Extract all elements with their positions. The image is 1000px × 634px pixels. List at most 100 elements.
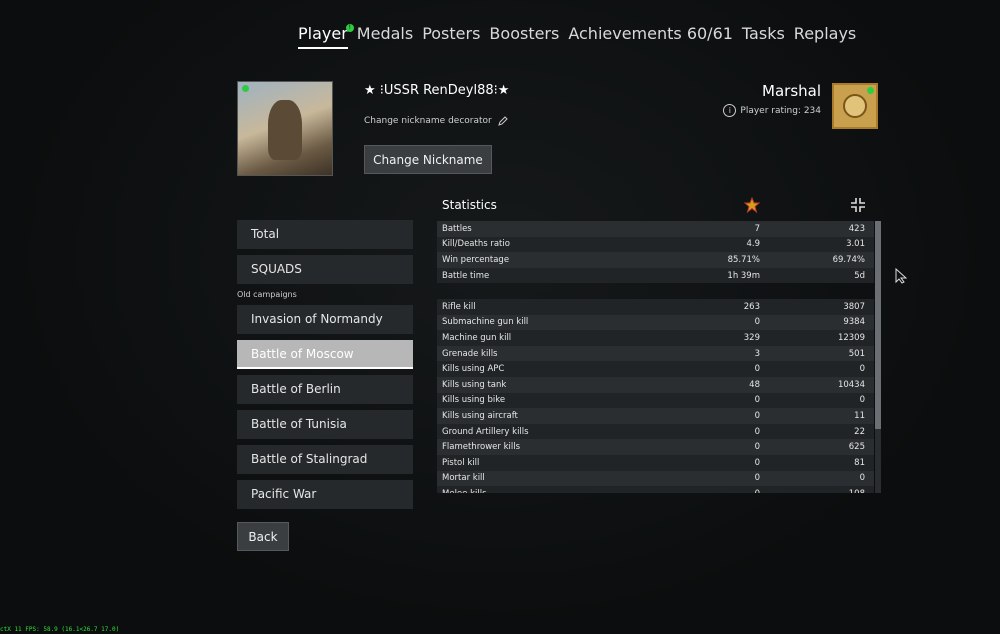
- stat-row: Submachine gun kill 0 9384: [437, 314, 874, 331]
- rank-emblem: [843, 94, 867, 118]
- stat-total-value: 108: [760, 489, 865, 493]
- stat-row: Battles 7 423: [437, 221, 874, 237]
- campaign-pacific[interactable]: Pacific War: [237, 480, 413, 509]
- tab-medals[interactable]: Medals: [357, 24, 413, 49]
- old-campaigns-label: Old campaigns: [237, 290, 297, 299]
- stat-campaign-value: 0: [754, 426, 760, 437]
- stat-row: Ground Artillery kills 0 22: [437, 423, 874, 440]
- rank-badge-icon[interactable]: [832, 83, 878, 129]
- stat-campaign-value: 329: [743, 332, 760, 343]
- stat-total-value: 9384: [843, 317, 865, 328]
- sidebar: Total SQUADS Old campaigns Invasion of N…: [237, 220, 413, 515]
- top-tabs: Player! Medals Posters Boosters Achievem…: [298, 24, 865, 49]
- stat-campaign-value: 48: [749, 379, 760, 390]
- stat-label: Rifle kill: [442, 301, 476, 312]
- stat-total-value: 625: [848, 442, 865, 453]
- stat-row: Kills using APC 0 0: [437, 361, 874, 377]
- stat-label: Kills using aircraft: [442, 410, 518, 421]
- fps-debug-text: ctX 11 FPS: 58.9 (16.1<26.7 17.0): [0, 626, 120, 633]
- stat-label: Battle time: [442, 270, 490, 281]
- stat-campaign-value: 85.71%: [727, 254, 760, 265]
- stat-total-value: 10434: [837, 379, 865, 390]
- sidebar-item-total[interactable]: Total: [237, 220, 413, 249]
- statistics-table: Battles 7 423 Kill/Deaths ratio 4.9 3.01 Win p…: [437, 221, 874, 493]
- stat-label: Ground Artillery kills: [442, 426, 529, 437]
- stat-label: Submachine gun kill: [442, 317, 529, 328]
- stat-row: Kills using bike 0 0: [437, 392, 874, 409]
- change-nickname-button[interactable]: Change Nickname: [364, 145, 492, 174]
- stat-label: Battles: [442, 223, 472, 234]
- stat-label: Win percentage: [442, 254, 510, 265]
- stat-campaign-value: 7: [754, 223, 760, 234]
- scrollbar-thumb[interactable]: [875, 221, 881, 429]
- tab-posters[interactable]: Posters: [422, 24, 480, 49]
- stat-total-value: 5d: [854, 270, 865, 281]
- sidebar-item-squads[interactable]: SQUADS: [237, 255, 413, 284]
- stat-row: Machine gun kill 329 12309: [437, 330, 874, 346]
- stat-total-value: 0: [859, 473, 865, 484]
- stat-campaign-value: 0: [754, 317, 760, 328]
- stat-campaign-value: 0: [754, 395, 760, 406]
- stat-row: Win percentage 85.71% 69.74%: [437, 252, 874, 268]
- stat-row: Pistol kill 0 81: [437, 454, 874, 471]
- collapse-icon[interactable]: [850, 197, 866, 213]
- stat-label: Machine gun kill: [442, 332, 512, 343]
- notification-dot: [242, 85, 249, 92]
- back-button[interactable]: Back: [237, 522, 289, 551]
- change-decorator-link[interactable]: Change nickname decorator: [364, 116, 508, 126]
- tab-achievements[interactable]: Achievements 60/61: [568, 24, 733, 49]
- stat-campaign-value: 263: [743, 301, 760, 312]
- star-icon: [744, 197, 760, 213]
- stat-campaign-value: 3: [754, 348, 760, 359]
- stat-row: Mortar kill 0 0: [437, 470, 874, 487]
- pencil-icon: [497, 116, 508, 126]
- player-rating: i Player rating: 234: [700, 104, 821, 117]
- notification-dot: !: [345, 24, 354, 32]
- campaign-berlin[interactable]: Battle of Berlin: [237, 375, 413, 404]
- tab-player[interactable]: Player!: [298, 24, 354, 49]
- stat-label: Kill/Deaths ratio: [442, 239, 510, 250]
- stat-total-value: 3.01: [846, 239, 865, 250]
- tab-replays[interactable]: Replays: [794, 24, 856, 49]
- campaign-stalingrad[interactable]: Battle of Stalingrad: [237, 445, 413, 474]
- stat-row: Melee kills0108: [437, 486, 874, 493]
- player-nickname: ★ ⁝USSR RenDeyl88⁝★: [364, 83, 510, 98]
- scrollbar[interactable]: [875, 221, 881, 493]
- campaign-tunisia[interactable]: Battle of Tunisia: [237, 410, 413, 439]
- stat-total-value: 0: [859, 364, 865, 375]
- stat-total-value: 22: [854, 426, 865, 437]
- stat-total-value: 423: [848, 223, 865, 234]
- rating-label: Player rating: 234: [740, 105, 821, 116]
- tab-tasks[interactable]: Tasks: [742, 24, 785, 49]
- stat-total-value: 11: [854, 410, 865, 421]
- stat-row: Grenade kills 3 501: [437, 345, 874, 362]
- player-avatar[interactable]: [237, 81, 333, 176]
- soldier-figure: [268, 100, 302, 160]
- stat-row: Kills using aircraft 0 11: [437, 408, 874, 424]
- stat-campaign-value: 0: [754, 442, 760, 453]
- stat-label: Kills using bike: [442, 395, 506, 406]
- stat-row: Kill/Deaths ratio 4.9 3.01: [437, 236, 874, 253]
- stat-row: Battle time 1h 39m 5d: [437, 267, 874, 284]
- stat-total-value: 3807: [843, 301, 865, 312]
- stat-campaign-value: 4.9: [746, 239, 760, 250]
- stat-row: [437, 283, 874, 299]
- decorator-label: Change nickname decorator: [364, 116, 492, 126]
- stat-row: Kills using tank 48 10434: [437, 376, 874, 393]
- campaign-moscow[interactable]: Battle of Moscow: [237, 340, 413, 369]
- info-icon[interactable]: i: [723, 104, 737, 117]
- stat-row: Flamethrower kills 0 625: [437, 439, 874, 455]
- stat-label: Mortar kill: [442, 473, 485, 484]
- stat-campaign-value: 0: [754, 364, 760, 375]
- tab-boosters[interactable]: Boosters: [489, 24, 559, 49]
- notification-dot: [867, 87, 874, 94]
- stat-label: Grenade kills: [442, 348, 498, 359]
- stat-label: Flamethrower kills: [442, 442, 521, 453]
- stat-campaign-value: 0: [692, 489, 760, 493]
- stat-total-value: 12309: [837, 332, 865, 343]
- stat-total-value: 501: [848, 348, 865, 359]
- stat-total-value: 69.74%: [832, 254, 865, 265]
- player-rank: Marshal: [762, 82, 821, 100]
- campaign-normandy[interactable]: Invasion of Normandy: [237, 305, 413, 334]
- cursor-icon: [895, 268, 907, 284]
